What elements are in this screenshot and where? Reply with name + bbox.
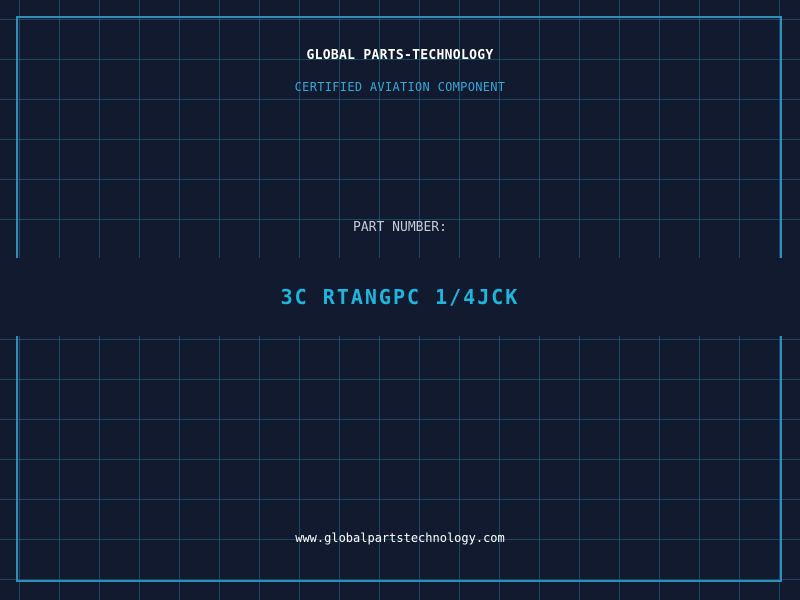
part-number-label: PART NUMBER:: [353, 220, 447, 235]
part-number-value: 3C RTANGPC 1/4JCK: [280, 285, 520, 309]
certification-subtitle: CERTIFIED AVIATION COMPONENT: [294, 80, 506, 94]
brand-title: GLOBAL PARTS-TECHNOLOGY: [306, 48, 494, 63]
website-url: www.globalpartstechnology.com: [295, 531, 505, 545]
